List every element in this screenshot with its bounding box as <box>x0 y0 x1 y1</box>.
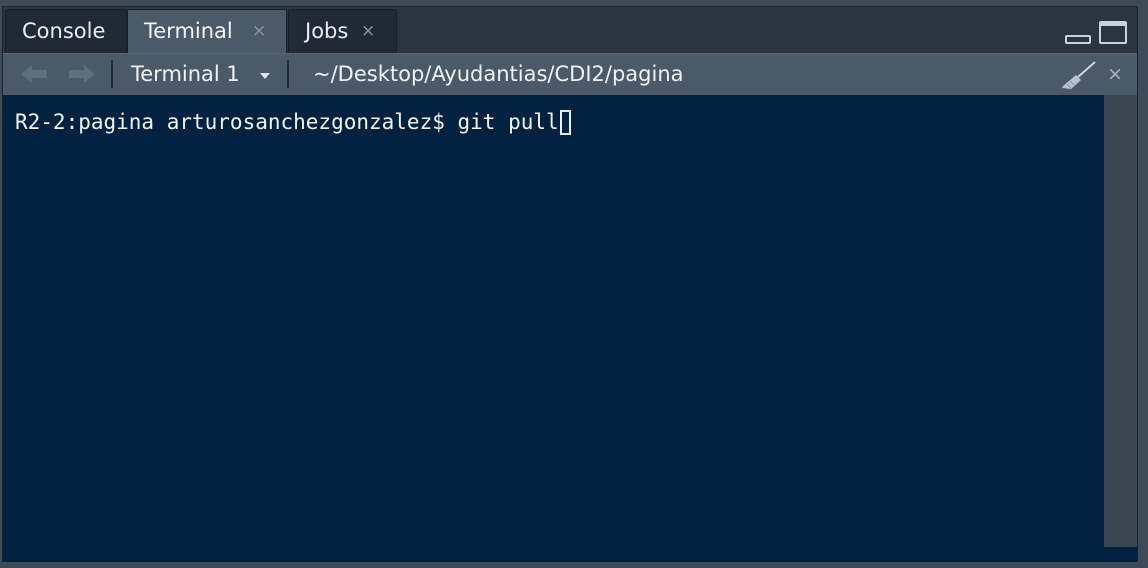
pane-window-controls <box>1065 21 1127 47</box>
terminal-toolbar: Terminal 1 ~/Desktop/Ayudantias/CDI2/pag… <box>3 53 1137 95</box>
tab-console[interactable]: Console <box>5 9 127 53</box>
toolbar-divider <box>111 60 113 88</box>
terminal-output[interactable]: R2-2:pagina arturosanchezgonzalez$ git p… <box>3 95 1104 562</box>
tab-jobs-label: Jobs <box>305 19 349 43</box>
terminal-prompt: R2-2:pagina arturosanchezgonzalez$ <box>15 110 458 134</box>
terminal-command: git pull <box>457 110 559 134</box>
forward-arrow-icon[interactable] <box>67 62 97 86</box>
tab-jobs-close-icon[interactable]: × <box>361 10 375 52</box>
tab-jobs[interactable]: Jobs × <box>288 9 397 53</box>
terminal-pane: Console Terminal × Jobs × Terminal 1 ~/D… <box>2 6 1138 562</box>
terminal-selector[interactable]: Terminal 1 <box>131 54 240 94</box>
tab-terminal-close-icon[interactable]: × <box>252 10 266 52</box>
working-directory-path: ~/Desktop/Ayudantias/CDI2/pagina <box>313 62 684 86</box>
terminal-line: R2-2:pagina arturosanchezgonzalez$ git p… <box>15 109 571 135</box>
back-arrow-icon[interactable] <box>19 62 49 86</box>
text-cursor <box>559 110 571 135</box>
terminal-selector-label: Terminal 1 <box>131 62 240 86</box>
broom-icon[interactable] <box>1059 60 1099 90</box>
tab-bar: Console Terminal × Jobs × <box>3 7 1137 53</box>
tab-console-label: Console <box>22 19 106 43</box>
tab-terminal-label: Terminal <box>144 19 233 43</box>
tab-terminal[interactable]: Terminal × <box>127 9 287 53</box>
toolbar-divider <box>287 60 289 88</box>
close-terminal-icon[interactable]: × <box>1107 54 1123 94</box>
scrollbar-corner <box>1104 547 1137 562</box>
maximize-pane-icon[interactable] <box>1099 21 1127 44</box>
chevron-down-icon[interactable] <box>260 73 270 79</box>
terminal-scrollbar[interactable] <box>1104 95 1137 547</box>
minimize-pane-icon[interactable] <box>1065 35 1091 44</box>
